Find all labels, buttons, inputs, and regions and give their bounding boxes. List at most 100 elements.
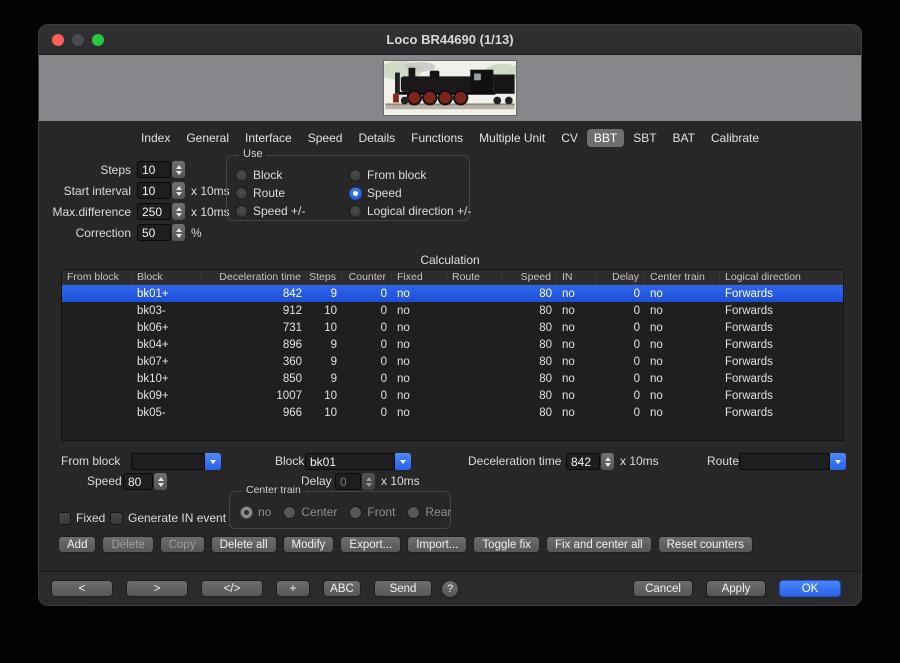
route-combo-arrow-icon[interactable]	[830, 453, 846, 470]
tab-sbt[interactable]: SBT	[626, 129, 663, 147]
use-option-2-speed[interactable]: Speed +/-	[235, 203, 345, 219]
column-header[interactable]: Deceleration time	[202, 270, 307, 284]
minimize-window-button[interactable]	[72, 34, 84, 46]
toggle-fix-button[interactable]: Toggle fix	[473, 536, 540, 553]
fixed-checkbox[interactable]: Fixed	[58, 511, 105, 525]
column-header[interactable]: Center train	[645, 270, 720, 284]
column-header[interactable]: Fixed	[392, 270, 447, 284]
prev-button[interactable]: <	[51, 580, 113, 597]
delay-input[interactable]: 0	[335, 473, 361, 490]
center-train-options: no Center Front Rear	[230, 492, 450, 519]
tab-calibrate[interactable]: Calibrate	[704, 129, 766, 147]
tab-index[interactable]: Index	[134, 129, 177, 147]
correction-input[interactable]: 50	[137, 224, 171, 241]
table-row[interactable]: bk01+84290no80no0noForwards	[62, 285, 843, 302]
tab-speed[interactable]: Speed	[301, 129, 350, 147]
reset-counters-button[interactable]: Reset counters	[658, 536, 753, 553]
table-row[interactable]: bk06+731100no80no0noForwards	[62, 319, 843, 336]
ok-button[interactable]: OK	[779, 580, 841, 597]
use-option-5-logical-direction[interactable]: Logical direction +/-	[349, 203, 471, 219]
apply-button[interactable]: Apply	[706, 580, 766, 597]
block-combo-arrow-icon[interactable]	[395, 453, 411, 470]
column-header[interactable]: Delay	[597, 270, 645, 284]
column-header[interactable]: Counter	[342, 270, 392, 284]
use-option-1-route[interactable]: Route	[235, 185, 345, 201]
add-button[interactable]: Add	[58, 536, 96, 553]
column-header[interactable]: Logical direction	[720, 270, 843, 284]
tab-details[interactable]: Details	[351, 129, 402, 147]
cell-center-train: no	[645, 370, 720, 387]
tab-multiple-unit[interactable]: Multiple Unit	[472, 129, 552, 147]
correction-stepper[interactable]	[172, 224, 185, 241]
send-button[interactable]: Send	[374, 580, 432, 597]
table-row[interactable]: bk09+1007100no80no0noForwards	[62, 387, 843, 404]
from-block-combo[interactable]	[131, 453, 221, 470]
delete-button[interactable]: Delete	[102, 536, 153, 553]
copy-button[interactable]: Copy	[160, 536, 205, 553]
from-block-combo-value[interactable]	[131, 453, 205, 470]
table-row[interactable]: bk04+89690no80no0noForwards	[62, 336, 843, 353]
route-combo[interactable]	[739, 453, 846, 470]
center-train-option-front[interactable]: Front	[349, 505, 395, 519]
cell-delay: 0	[597, 302, 645, 319]
use-option-0-block[interactable]: Block	[235, 167, 345, 183]
zoom-window-button[interactable]	[92, 34, 104, 46]
help-button[interactable]: ?	[441, 580, 459, 598]
cell-delay: 0	[597, 370, 645, 387]
block-combo-value[interactable]: bk01	[305, 453, 395, 470]
xml-button[interactable]: </>	[201, 580, 263, 597]
max-difference-input[interactable]: 250	[137, 203, 171, 220]
column-header[interactable]: Block	[132, 270, 202, 284]
center-train-option-no[interactable]: no	[240, 505, 271, 519]
speed-input[interactable]: 80	[123, 473, 153, 490]
cell-deceleration-time: 1007	[202, 387, 307, 404]
start-interval-input[interactable]: 10	[137, 182, 171, 199]
column-header[interactable]: Steps	[307, 270, 342, 284]
center-train-option-rear[interactable]: Rear	[407, 505, 451, 519]
speed-stepper[interactable]	[154, 473, 167, 490]
import-button[interactable]: Import...	[407, 536, 467, 553]
fix-and-center-all-button[interactable]: Fix and center all	[546, 536, 652, 553]
table-row[interactable]: bk07+36090no80no0noForwards	[62, 353, 843, 370]
route-combo-value[interactable]	[739, 453, 830, 470]
generate-in-event-checkbox[interactable]: Generate IN event	[110, 511, 226, 525]
steps-stepper[interactable]	[172, 161, 185, 178]
tab-functions[interactable]: Functions	[404, 129, 470, 147]
table-row[interactable]: bk05-966100no80no0noForwards	[62, 404, 843, 421]
export-button[interactable]: Export...	[340, 536, 401, 553]
steps-input[interactable]: 10	[137, 161, 171, 178]
max-difference-stepper[interactable]	[172, 203, 185, 220]
tab-interface[interactable]: Interface	[238, 129, 299, 147]
deceleration-time-suffix: x 10ms	[620, 453, 659, 470]
block-combo[interactable]: bk01	[305, 453, 411, 470]
cell-in: no	[557, 370, 597, 387]
table-row[interactable]: bk10+85090no80no0noForwards	[62, 370, 843, 387]
cancel-button[interactable]: Cancel	[633, 580, 693, 597]
table-row[interactable]: bk03-912100no80no0noForwards	[62, 302, 843, 319]
delay-stepper[interactable]	[362, 473, 375, 490]
column-header[interactable]: Speed	[502, 270, 557, 284]
radio-label: From block	[367, 168, 426, 182]
column-header[interactable]: From block	[62, 270, 132, 284]
use-option-4-speed[interactable]: Speed	[349, 185, 471, 201]
tab-bat[interactable]: BAT	[666, 129, 702, 147]
delete-all-button[interactable]: Delete all	[211, 536, 277, 553]
max-difference-row: Max.difference 250 x 10ms	[51, 203, 230, 220]
start-interval-stepper[interactable]	[172, 182, 185, 199]
tab-bbt[interactable]: BBT	[587, 129, 624, 147]
radio-label: no	[258, 505, 271, 519]
from-block-combo-arrow-icon[interactable]	[205, 453, 221, 470]
tab-cv[interactable]: CV	[554, 129, 585, 147]
close-window-button[interactable]	[52, 34, 64, 46]
modify-button[interactable]: Modify	[283, 536, 335, 553]
column-header[interactable]: IN	[557, 270, 597, 284]
deceleration-time-stepper[interactable]	[601, 453, 614, 470]
deceleration-time-input[interactable]: 842	[566, 453, 600, 470]
use-option-3-from-block[interactable]: From block	[349, 167, 471, 183]
tab-general[interactable]: General	[179, 129, 236, 147]
center-train-option-center[interactable]: Center	[283, 505, 337, 519]
next-button[interactable]: >	[126, 580, 188, 597]
plus-button[interactable]: +	[276, 580, 310, 597]
column-header[interactable]: Route	[447, 270, 502, 284]
abc-button[interactable]: ABC	[323, 580, 361, 597]
